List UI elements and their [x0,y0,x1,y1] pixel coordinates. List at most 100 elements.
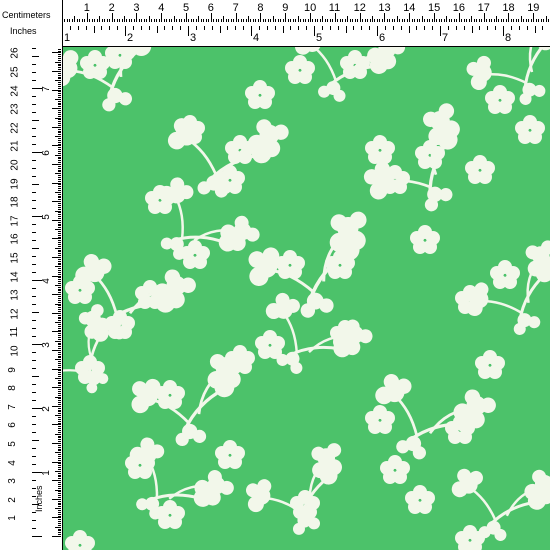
ruler-tick [32,336,36,337]
ruler-tick [58,381,61,383]
ruler-tick [58,402,61,404]
ruler-tick [156,19,158,22]
ruler-tick [58,188,61,190]
ruler-tick [52,443,61,444]
ruler-tick [66,19,68,22]
ruler-tick [55,266,61,268]
ruler-tick [461,19,463,22]
ruler-tick [32,400,36,401]
ruler-tick [58,78,61,80]
ruler-tick [58,221,61,223]
ruler-tick [58,511,61,513]
ruler-tick [181,19,183,22]
ruler-tick [210,13,212,22]
ruler-tick [58,474,61,476]
ruler-tick [58,413,61,415]
ruler-tick [362,19,364,22]
ruler-tick [510,19,512,22]
ruler-tick [219,26,221,33]
ruler-tick [58,403,61,405]
ruler-tick [376,19,378,22]
ruler-tick [337,19,339,22]
cm-number-left: 21 [9,140,21,152]
ruler-tick [52,164,61,165]
ruler-tick [463,26,465,30]
ruler-tick [58,48,61,50]
ruler-tick [290,19,292,22]
ruler-tick [205,19,207,22]
ruler-tick [277,19,279,22]
ruler-tick [203,26,205,30]
inch-number-top: 2 [127,32,134,44]
ruler-tick [52,257,61,258]
ruler-tick [52,108,61,110]
ruler-tick [124,16,125,22]
ruler-tick [58,353,61,355]
cm-number-left: 18 [9,196,21,208]
ruler-tick [523,19,525,22]
ruler-tick [52,331,61,333]
ruler-tick [414,19,416,22]
ruler-tick [58,190,61,192]
ruler-tick [487,26,489,30]
ruler-tick [158,19,160,22]
ruler-tick [109,26,111,30]
ruler-tick [52,480,61,482]
ruler-tick [58,444,61,446]
ruler-tick [426,19,428,22]
ruler-tick [58,521,61,523]
ruler-tick [94,19,96,22]
ruler-tick [172,26,174,30]
ruler-tick [32,504,39,505]
ruler-tick [258,26,260,30]
ruler-tick [111,13,113,22]
ruler-tick [58,366,61,368]
cm-number-top: 13 [378,2,391,14]
ruler-tick [282,19,284,22]
ruler-tick [32,448,36,449]
ruler-tick [32,488,36,489]
ruler-tick [32,456,36,457]
ruler-tick [52,294,61,296]
ruler-tick [133,19,135,22]
ruler-tick [58,476,61,478]
ruler-tick [58,160,61,162]
ruler-tick [52,536,61,537]
ruler-tick [32,104,36,105]
cm-number-left: 8 [6,385,18,391]
fabric-swatch-image: Centimeters Inches Inches 1 2 3 4 5 6 7 8 9 10 11 1… [0,0,550,550]
ruler-tick [200,19,202,22]
ruler-tick [58,428,61,430]
ruler-tick [58,124,61,126]
cm-number-left: 2 [6,497,18,503]
ruler-tick [32,320,36,321]
cm-number-top: 8 [257,2,264,14]
ruler-tick [58,292,61,294]
cm-number-top: 7 [232,2,239,14]
ruler-tick [58,57,61,59]
ruler-tick [58,372,61,374]
ruler-tick [55,359,61,361]
ruler-tick [353,26,355,30]
ruler-tick [55,470,61,472]
ruler-tick [58,270,61,272]
ruler-tick [32,288,36,289]
ruler-tick [58,156,61,158]
ruler-tick [91,19,93,22]
ruler-tick [58,504,61,506]
ruler-tick [58,361,61,363]
cm-number-top: 14 [403,2,416,14]
ruler-tick [58,253,61,255]
ruler-tick [274,26,276,30]
ruler-tick [58,63,61,65]
ruler-tick [176,19,178,22]
ruler-tick [32,184,39,185]
ruler-tick [32,128,36,129]
ruler-tick [364,19,366,22]
ruler-tick [58,67,61,69]
ruler-tick [32,528,36,529]
ruler-tick [58,143,61,145]
ruler-tick [225,19,227,22]
ruler-tick [99,16,101,22]
ruler-tick [58,478,61,480]
